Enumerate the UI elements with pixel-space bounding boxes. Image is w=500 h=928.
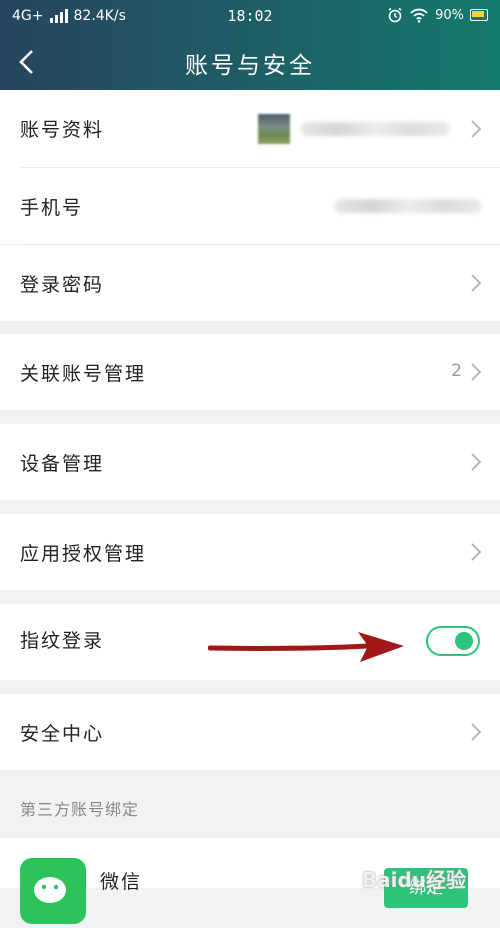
row-security-center[interactable]: 安全中心: [0, 694, 500, 770]
linked-count: 2: [451, 361, 462, 381]
wechat-icon: [20, 858, 86, 924]
row-phone-label: 手机号: [20, 197, 84, 219]
third-party-header: 第三方账号绑定: [20, 800, 140, 819]
status-right: 90%: [387, 7, 488, 23]
chevron-right-icon: [471, 723, 482, 741]
wifi-icon: [410, 8, 428, 23]
row-wechat: 微信 绑定 Baidu经验: [0, 838, 500, 924]
chevron-right-icon: [471, 274, 482, 292]
row-profile[interactable]: 账号资料: [0, 90, 500, 168]
row-phone[interactable]: 手机号: [0, 168, 500, 244]
row-password[interactable]: 登录密码: [0, 245, 500, 321]
baidu-watermark: Baidu经验: [361, 868, 466, 892]
chevron-right-icon: [471, 363, 482, 381]
avatar: [258, 114, 290, 144]
row-devices-label: 设备管理: [20, 453, 105, 475]
wechat-label: 微信: [100, 871, 143, 893]
chevron-right-icon: [471, 120, 482, 138]
toggle-knob: [455, 632, 473, 650]
top-bar: 4G+ 82.4K/s 18:02 90% 账号与安全: [0, 0, 500, 90]
row-password-label: 登录密码: [20, 274, 105, 296]
annotation-arrow-icon: [208, 632, 404, 662]
row-linked-accounts[interactable]: 关联账号管理 2: [0, 334, 500, 410]
alarm-icon: [388, 7, 402, 23]
profile-name-blurred: [300, 122, 450, 136]
wechat-logo-icon: [34, 877, 66, 903]
phone-number-blurred: [334, 199, 482, 213]
battery-icon: [470, 9, 488, 21]
fingerprint-toggle[interactable]: [426, 626, 480, 656]
row-profile-label: 账号资料: [20, 119, 105, 141]
row-linked-label: 关联账号管理: [20, 363, 147, 385]
row-security-label: 安全中心: [20, 723, 105, 745]
row-devices[interactable]: 设备管理: [0, 424, 500, 500]
row-fingerprint: 指纹登录: [0, 604, 500, 680]
row-auth-label: 应用授权管理: [20, 543, 147, 565]
page-title: 账号与安全: [185, 53, 315, 79]
nav-bar: 账号与安全: [0, 34, 500, 90]
row-fingerprint-label: 指纹登录: [20, 630, 105, 652]
row-app-auth[interactable]: 应用授权管理: [0, 514, 500, 590]
battery-percent: 90%: [435, 7, 464, 23]
status-bar: 4G+ 82.4K/s 18:02 90%: [0, 0, 500, 34]
chevron-right-icon: [471, 453, 482, 471]
chevron-right-icon: [471, 543, 482, 561]
